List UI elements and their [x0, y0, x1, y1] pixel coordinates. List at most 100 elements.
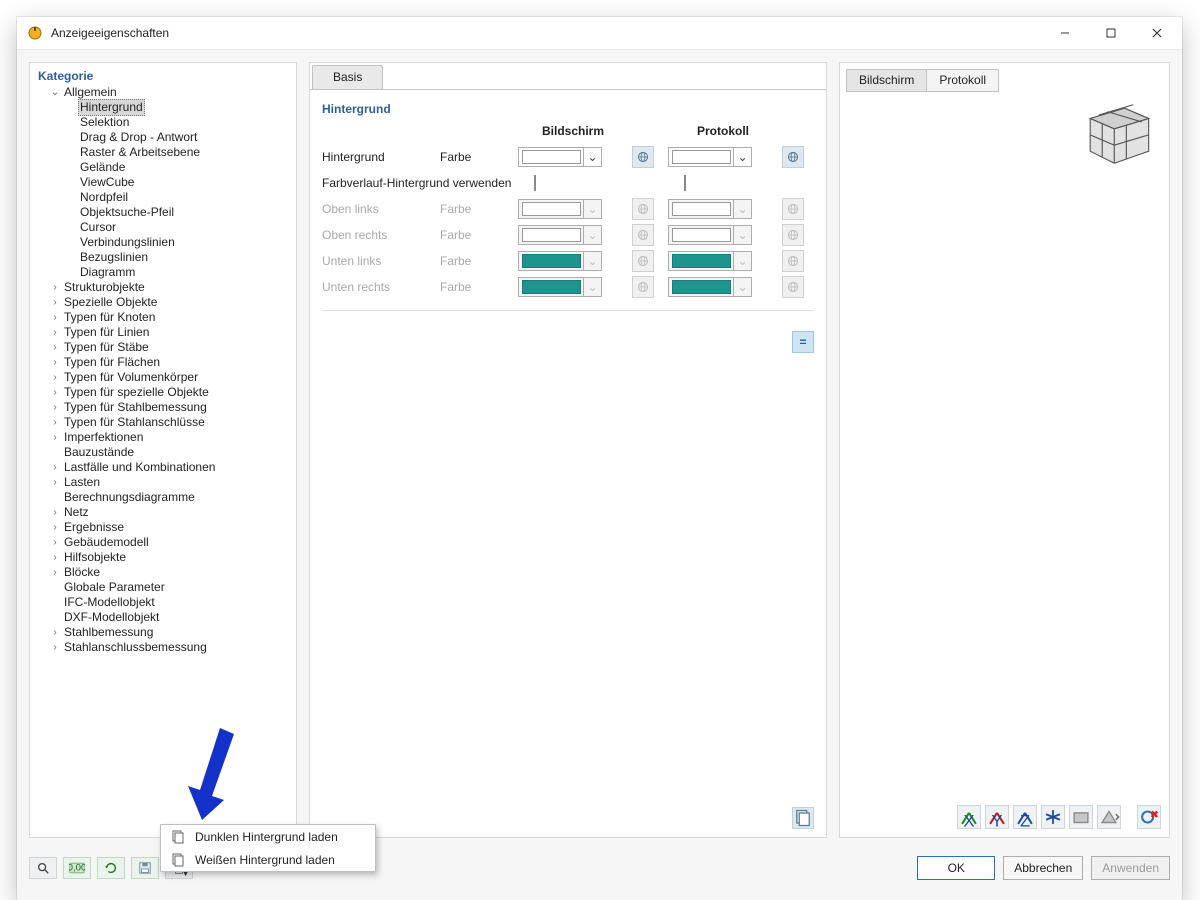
chevron-right-icon[interactable]: › [48, 340, 62, 355]
chevron-down-icon: ⌄ [733, 200, 751, 218]
tree-item[interactable]: Objektsuche-Pfeil [30, 205, 296, 220]
tree-item[interactable]: ›Ergebnisse [30, 520, 296, 535]
preview-tab-report[interactable]: Protokoll [926, 69, 999, 92]
chevron-right-icon[interactable]: › [48, 355, 62, 370]
chevron-right-icon[interactable]: › [48, 400, 62, 415]
numeric-settings-button[interactable]: 0,00 [63, 857, 91, 879]
chevron-right-icon[interactable]: › [48, 505, 62, 520]
tree-item[interactable]: Selektion [30, 115, 296, 130]
tree-item[interactable]: Bezugslinien [30, 250, 296, 265]
tree-item[interactable]: ⌄Allgemein [30, 85, 296, 100]
chevron-right-icon[interactable]: › [48, 415, 62, 430]
maximize-button[interactable] [1088, 18, 1134, 48]
view-x-button[interactable]: X [957, 805, 981, 829]
checkbox-report[interactable] [684, 175, 686, 191]
tree-item[interactable]: ›Gebäudemodell [30, 535, 296, 550]
tree-item[interactable]: ›Typen für Knoten [30, 310, 296, 325]
chevron-right-icon[interactable]: › [48, 370, 62, 385]
tree-item[interactable]: ›Lasten [30, 475, 296, 490]
tree-item[interactable]: Diagramm [30, 265, 296, 280]
tree-item[interactable]: ›Typen für Stahlanschlüsse [30, 415, 296, 430]
chevron-right-icon[interactable]: › [48, 310, 62, 325]
search-tool-button[interactable] [29, 857, 57, 879]
tree-item[interactable]: Gelände [30, 160, 296, 175]
chevron-right-icon[interactable]: › [48, 325, 62, 340]
chevron-right-icon[interactable]: › [48, 520, 62, 535]
tree-item[interactable]: ›Hilfsobjekte [30, 550, 296, 565]
tree-item[interactable]: ›Typen für Stahlbemessung [30, 400, 296, 415]
tree-item[interactable]: Hintergrund [30, 100, 296, 115]
preview-tab-screen[interactable]: Bildschirm [846, 69, 927, 92]
tree-item[interactable]: Drag & Drop - Antwort [30, 130, 296, 145]
save-button[interactable] [131, 857, 159, 879]
color-picker-report[interactable]: ⌄ [668, 147, 752, 167]
color-picker-report: ⌄ [668, 225, 752, 245]
tree-item[interactable]: ›Typen für Volumenkörper [30, 370, 296, 385]
chevron-down-icon: ⌄ [733, 278, 751, 296]
chevron-down-icon[interactable]: ⌄ [48, 85, 62, 100]
tree-item[interactable]: Bauzustände [30, 445, 296, 460]
tree-item[interactable]: ›Spezielle Objekte [30, 295, 296, 310]
tree-item[interactable]: Berechnungsdiagramme [30, 490, 296, 505]
view-iso-button[interactable] [1041, 805, 1065, 829]
web-color-button-screen[interactable] [632, 146, 654, 168]
chevron-right-icon[interactable]: › [48, 550, 62, 565]
color-picker-screen: ⌄ [518, 277, 602, 297]
cancel-button[interactable]: Abbrechen [1003, 856, 1083, 880]
settings-row: Oben linksFarbe⌄⌄ [322, 196, 814, 222]
web-color-button-report[interactable] [782, 146, 804, 168]
view-z-button[interactable]: Z [1013, 805, 1037, 829]
tree-item[interactable]: IFC-Modellobjekt [30, 595, 296, 610]
tree-item-label: IFC-Modellobjekt [62, 595, 157, 610]
chevron-right-icon[interactable]: › [48, 535, 62, 550]
copy-settings-button[interactable] [792, 807, 814, 829]
tree-item[interactable]: ›Typen für Stäbe [30, 340, 296, 355]
chevron-right-icon[interactable]: › [48, 385, 62, 400]
chevron-right-icon[interactable]: › [48, 295, 62, 310]
close-button[interactable] [1134, 18, 1180, 48]
view-mode-grey2-button[interactable] [1097, 805, 1121, 829]
reset-view-button[interactable] [1137, 805, 1161, 829]
category-tree[interactable]: ⌄AllgemeinHintergrundSelektionDrag & Dro… [30, 85, 296, 837]
tree-item[interactable]: ›Netz [30, 505, 296, 520]
settings-row: Oben rechtsFarbe⌄⌄ [322, 222, 814, 248]
tree-item[interactable]: DXF-Modellobjekt [30, 610, 296, 625]
tree-item[interactable]: ›Blöcke [30, 565, 296, 580]
chevron-right-icon[interactable]: › [48, 430, 62, 445]
tree-item[interactable]: ›Strukturobjekte [30, 280, 296, 295]
tree-item[interactable]: Verbindungslinien [30, 235, 296, 250]
chevron-right-icon[interactable]: › [48, 280, 62, 295]
checkbox-screen[interactable] [534, 175, 536, 191]
chevron-right-icon[interactable]: › [48, 625, 62, 640]
view-y-button[interactable]: Y [985, 805, 1009, 829]
color-picker-screen[interactable]: ⌄ [518, 147, 602, 167]
tree-item[interactable]: Cursor [30, 220, 296, 235]
view-mode-grey1-button[interactable] [1069, 805, 1093, 829]
menu-item-dark-bg[interactable]: Dunklen Hintergrund laden [161, 825, 375, 848]
tree-item[interactable]: ›Stahlanschlussbemessung [30, 640, 296, 655]
tree-item[interactable]: ›Imperfektionen [30, 430, 296, 445]
menu-item-white-bg[interactable]: Weißen Hintergrund laden [161, 848, 375, 871]
apply-button[interactable]: Anwenden [1091, 856, 1170, 880]
chevron-right-icon[interactable]: › [48, 460, 62, 475]
tree-item-label: Typen für Stahlanschlüsse [62, 415, 207, 430]
tree-item[interactable]: ViewCube [30, 175, 296, 190]
tree-item-label: Spezielle Objekte [62, 295, 159, 310]
tree-item[interactable]: ›Typen für Flächen [30, 355, 296, 370]
tree-item[interactable]: Nordpfeil [30, 190, 296, 205]
tab-basis[interactable]: Basis [312, 65, 383, 89]
minimize-button[interactable] [1042, 18, 1088, 48]
tree-item[interactable]: Raster & Arbeitsebene [30, 145, 296, 160]
chevron-right-icon[interactable]: › [48, 565, 62, 580]
sync-columns-button[interactable]: = [792, 331, 814, 353]
tree-item[interactable]: Globale Parameter [30, 580, 296, 595]
tree-item[interactable]: ›Typen für Linien [30, 325, 296, 340]
chevron-right-icon[interactable]: › [48, 640, 62, 655]
web-color-button-report [782, 276, 804, 298]
refresh-button[interactable] [97, 857, 125, 879]
ok-button[interactable]: OK [917, 856, 995, 880]
tree-item[interactable]: ›Lastfälle und Kombinationen [30, 460, 296, 475]
tree-item[interactable]: ›Typen für spezielle Objekte [30, 385, 296, 400]
chevron-right-icon[interactable]: › [48, 475, 62, 490]
tree-item[interactable]: ›Stahlbemessung [30, 625, 296, 640]
